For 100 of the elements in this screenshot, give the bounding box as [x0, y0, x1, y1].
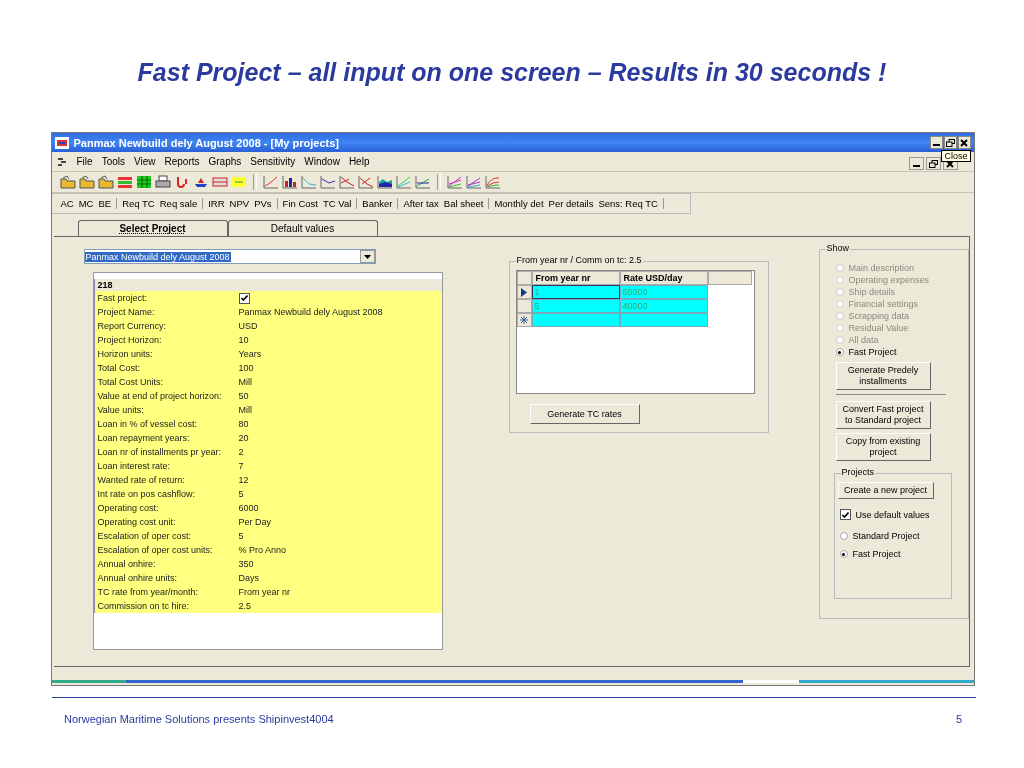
toolbar-button[interactable]: Banker	[362, 198, 393, 209]
property-value[interactable]: Per Day	[238, 517, 271, 527]
property-value[interactable]: From year nr	[238, 587, 290, 597]
toolbar-button[interactable]: TC Val	[322, 198, 352, 209]
asterisk-icon	[520, 316, 528, 324]
toolbar-button[interactable]: NPV	[229, 198, 250, 209]
grid-header: 218	[94, 279, 442, 291]
radio-button[interactable]	[839, 532, 848, 540]
property-value[interactable]: 50	[238, 391, 249, 401]
property-value[interactable]: Years	[238, 349, 262, 359]
property-label: Total Cost:	[97, 363, 142, 373]
radio-label: Fast Project	[852, 549, 901, 559]
property-value[interactable]: 7	[238, 461, 244, 471]
action-button[interactable]: Convert Fast project to Standard project	[835, 401, 931, 429]
action-button[interactable]: Generate Predely installments	[835, 362, 931, 390]
menu-item[interactable]: View	[134, 156, 156, 167]
folder-icon[interactable]	[59, 175, 76, 189]
new-project-button[interactable]: Create a new project	[837, 482, 934, 499]
menu-item[interactable]: Reports	[164, 156, 200, 167]
chart-icon[interactable]	[376, 175, 393, 189]
property-label: Horizon units:	[97, 349, 154, 359]
property-value[interactable]: Panmax Newbuild dely August 2008	[238, 307, 383, 317]
property-value[interactable]: 5	[238, 489, 244, 499]
toolbar-button[interactable]: Bal sheet	[443, 198, 484, 209]
radio-button[interactable]	[839, 550, 848, 558]
row-header[interactable]	[516, 285, 532, 299]
restore-button[interactable]	[943, 136, 957, 149]
checkbox[interactable]	[839, 509, 851, 520]
toolbar-button[interactable]: IRR	[208, 198, 225, 209]
printer-icon[interactable]	[154, 175, 171, 189]
grid-icon[interactable]	[135, 175, 152, 189]
dropdown-value: Panmax Newbuild dely August 2008	[84, 251, 231, 262]
document-icon[interactable]	[57, 157, 68, 166]
radio-label: Financial settings	[848, 299, 919, 309]
toolbar-button[interactable]: Req sale	[159, 198, 198, 209]
property-value[interactable]: 350	[238, 559, 254, 569]
toolbar-button[interactable]: Monthly det	[494, 198, 544, 209]
check-icon	[841, 511, 849, 518]
menu-item[interactable]: Sensitivity	[250, 156, 296, 167]
group-title: Show	[825, 243, 850, 253]
menu-item[interactable]: Window	[304, 156, 340, 167]
checkbox[interactable]	[238, 292, 250, 304]
menu-item[interactable]: Tools	[101, 156, 125, 167]
property-value[interactable]: 2.5	[238, 601, 251, 611]
property-value[interactable]: 100	[238, 363, 254, 373]
property-label: Loan repayment years:	[97, 433, 191, 443]
property-value[interactable]: % Pro Anno	[238, 545, 287, 555]
minimize-button[interactable]	[929, 136, 943, 149]
slide-title: Fast Project – all input on one screen – Results in 30 seconds !	[137, 58, 887, 88]
toolbar-button[interactable]: Fin Cost	[282, 198, 318, 209]
menu-item[interactable]: File	[76, 156, 93, 167]
toolbar-button[interactable]: PVs	[254, 198, 272, 209]
toolbar-button[interactable]: Sens: Req TC	[598, 198, 658, 209]
property-label: Report Currency:	[97, 321, 168, 331]
table-icon[interactable]	[211, 175, 228, 189]
property-label: Commission on tc hire:	[97, 601, 191, 611]
property-value[interactable]: Days	[238, 573, 259, 583]
property-value[interactable]: 2	[238, 447, 244, 457]
property-label: Loan nr of installments pr year:	[97, 447, 223, 457]
property-value[interactable]: 6000	[238, 503, 259, 513]
project-dropdown[interactable]: Panmax Newbuild dely August 2008	[83, 249, 376, 264]
radio-button[interactable]	[835, 348, 844, 356]
radio-label: Standard Project	[852, 531, 920, 541]
toolbar-button[interactable]: MC	[78, 198, 94, 209]
radio-label: Residual Value	[848, 323, 909, 333]
chart-icon[interactable]	[319, 175, 336, 189]
child-restore-button[interactable]	[925, 157, 941, 170]
chart-icon[interactable]	[281, 175, 298, 189]
close-button[interactable]	[957, 136, 971, 149]
chart-icon[interactable]	[357, 175, 374, 189]
action-button[interactable]: Copy from existing project	[835, 433, 931, 461]
column-header	[707, 271, 752, 285]
toolbar-button[interactable]: AC	[60, 198, 74, 209]
window-title: Panmax Newbuild dely August 2008 - [My projects]	[73, 136, 340, 149]
rates-grid[interactable]: From year nr Rate USD/day 1 50000 5 40000	[515, 270, 755, 394]
property-value[interactable]: Mill	[238, 405, 252, 415]
property-value[interactable]: 20	[238, 433, 249, 443]
tab[interactable]: Select Project	[77, 220, 228, 236]
group-title: From year nr / Comm on tc: 2.5	[515, 255, 643, 265]
row-header[interactable]	[516, 313, 532, 327]
footer-text: Norwegian Maritime Solutions presents Shipinvest4004	[64, 713, 334, 725]
property-value[interactable]: 5	[238, 531, 244, 541]
stripes-icon[interactable]	[116, 175, 133, 189]
toolbar-button[interactable]: Req TC	[122, 198, 155, 209]
toolbar-button[interactable]: Per details	[548, 198, 594, 209]
property-value[interactable]: 10	[238, 335, 249, 345]
property-value[interactable]: USD	[238, 321, 258, 331]
property-value[interactable]: 80	[238, 419, 249, 429]
toolbar-button[interactable]: BE	[98, 198, 112, 209]
menu-item[interactable]: Help	[348, 156, 370, 167]
toolbar-button[interactable]: After tax	[403, 198, 439, 209]
property-value[interactable]: 12	[238, 475, 249, 485]
property-value[interactable]: Mill	[238, 377, 252, 387]
tab[interactable]: Default values	[227, 220, 378, 236]
child-minimize-button[interactable]	[908, 157, 924, 170]
menu-item[interactable]: Graphs	[208, 156, 242, 167]
generate-button[interactable]: Generate TC rates	[529, 404, 640, 424]
folder-icon[interactable]	[97, 175, 114, 189]
folder-icon[interactable]	[78, 175, 95, 189]
close-icon	[960, 138, 968, 147]
